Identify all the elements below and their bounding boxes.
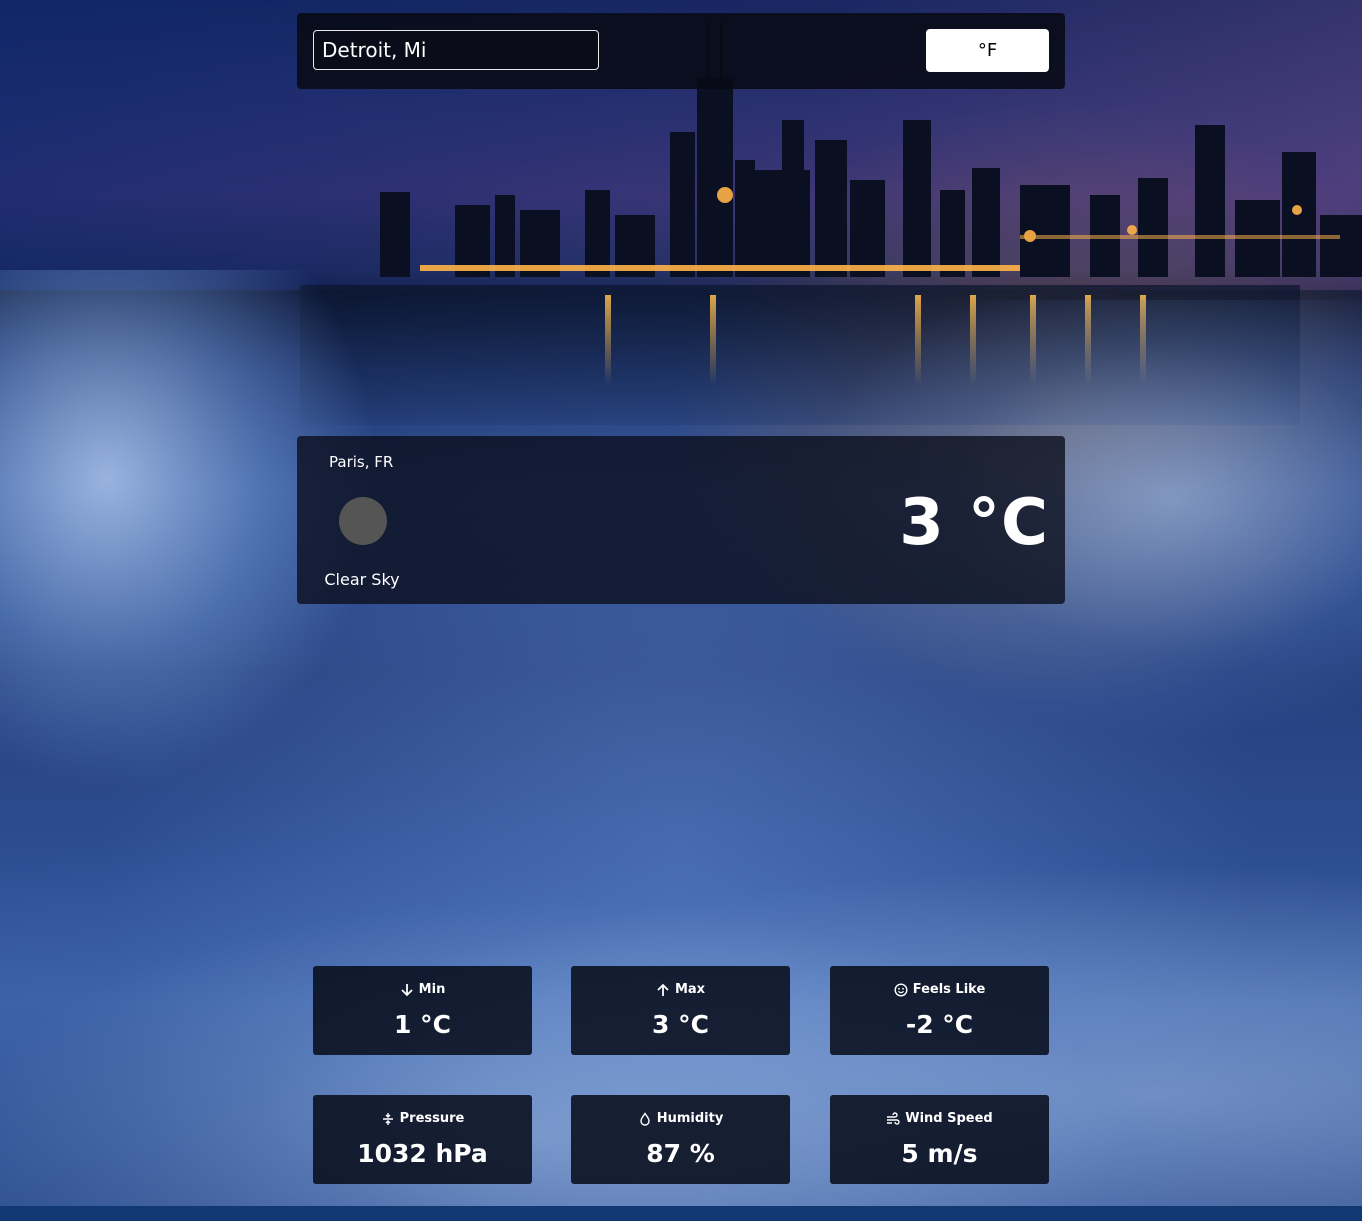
unit-toggle-button[interactable]: °F <box>926 29 1049 72</box>
stat-value: 1032 hPa <box>357 1139 488 1168</box>
location-label: Paris, FR <box>329 453 394 471</box>
pressure-icon <box>382 1112 393 1125</box>
stat-card-feels-like: Feels Like -2 °C <box>830 966 1049 1055</box>
stat-card-humidity: Humidity 87 % <box>571 1095 790 1184</box>
stat-label: Pressure <box>399 1111 465 1126</box>
arrow-down-icon <box>401 983 413 996</box>
droplet-icon <box>640 1111 650 1126</box>
stat-value: 1 °C <box>394 1010 451 1039</box>
stat-card-wind-speed: Wind Speed 5 m/s <box>830 1095 1049 1184</box>
stat-value: 87 % <box>646 1139 715 1168</box>
stat-label: Max <box>674 982 706 997</box>
city-search-input[interactable] <box>313 30 599 70</box>
weather-condition-icon <box>339 497 387 545</box>
wind-icon <box>887 1111 900 1125</box>
smile-icon <box>894 982 908 997</box>
current-temperature: 3 °C <box>899 486 1049 560</box>
stat-label: Min <box>418 982 446 997</box>
stat-card-pressure: Pressure 1032 hPa <box>313 1095 532 1184</box>
stat-value: 5 m/s <box>901 1139 978 1168</box>
stat-value: 3 °C <box>652 1010 709 1039</box>
condition-label: Clear Sky <box>324 570 400 589</box>
current-weather-card: Paris, FR Clear Sky 3 °C <box>297 436 1065 604</box>
search-bar: °F <box>297 13 1065 89</box>
stat-label: Humidity <box>656 1111 724 1126</box>
arrow-up-icon <box>657 983 669 996</box>
stat-value: -2 °C <box>905 1010 974 1039</box>
stat-card-max: Max 3 °C <box>571 966 790 1055</box>
stat-label: Wind Speed <box>905 1111 993 1126</box>
stat-label: Feels Like <box>912 982 986 997</box>
stat-card-min: Min 1 °C <box>313 966 532 1055</box>
